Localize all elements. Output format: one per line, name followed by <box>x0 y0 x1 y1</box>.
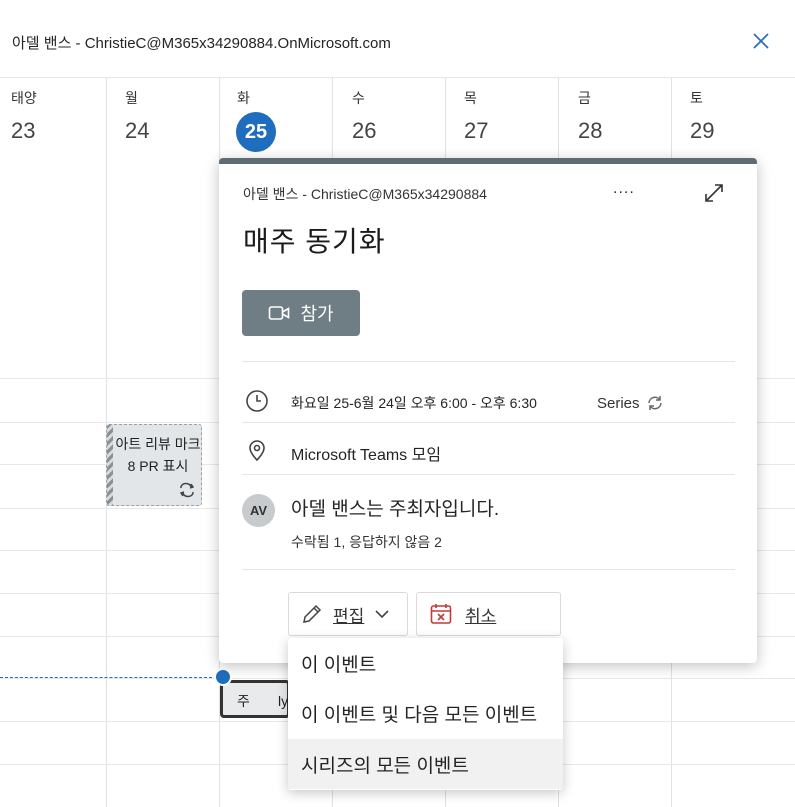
day-number: 23 <box>11 118 36 143</box>
more-options-button[interactable]: .... <box>613 180 635 198</box>
day-number: 28 <box>578 118 603 143</box>
day-number: 29 <box>690 118 715 143</box>
day-name: 월 <box>125 90 138 106</box>
today-indicator: 25 <box>236 112 276 152</box>
series-label: Series <box>597 394 640 412</box>
calendar-event-selected[interactable]: 주 ly <box>220 680 290 718</box>
day-number: 27 <box>464 118 489 143</box>
current-time-line <box>0 677 222 678</box>
window-title: 아델 밴스 - ChristieC@M365x34290884.OnMicros… <box>12 35 391 52</box>
location-pin-icon <box>249 440 265 462</box>
day-number: 24 <box>125 118 150 143</box>
divider <box>242 474 735 475</box>
day-number: 26 <box>352 118 377 143</box>
cancel-label: 취소 <box>465 606 497 626</box>
divider <box>242 569 735 570</box>
day-name: 태양 <box>11 90 37 106</box>
join-button[interactable]: 참가 <box>242 290 360 336</box>
edit-dropdown-menu: 이 이벤트 이 이벤트 및 다음 모든 이벤트 시리즈의 모든 이벤트 <box>288 638 563 790</box>
day-name: 수 <box>352 90 365 106</box>
menu-item-this-event[interactable]: 이 이벤트 <box>288 638 563 688</box>
divider <box>242 361 735 362</box>
event-time: 화요일 25-6월 24일 오후 6:00 - 오후 6:30 <box>291 395 537 411</box>
edit-button[interactable]: 편집 <box>288 592 408 636</box>
day-column-sun[interactable]: 태양 23 <box>0 78 106 807</box>
chevron-down-icon <box>375 610 389 619</box>
repeat-icon <box>179 482 195 498</box>
calendar-event-review[interactable]: 아트 리뷰 마크 8 PR 표시 <box>106 424 202 506</box>
day-name: 화 <box>237 90 250 106</box>
pencil-icon <box>303 604 322 623</box>
event-title: 아트 리뷰 마크 8 PR 표시 <box>115 436 201 474</box>
avatar: AV <box>242 494 275 527</box>
menu-item-all-in-series[interactable]: 시리즈의 모든 이벤트 <box>288 739 563 789</box>
expand-icon[interactable] <box>703 182 725 204</box>
attendee-responses[interactable]: 수락됨 1, 응답하지 않음 2 <box>291 532 442 552</box>
tentative-stripe <box>107 425 113 505</box>
clock-icon <box>246 390 268 412</box>
window-header: 아델 밴스 - ChristieC@M365x34290884.OnMicros… <box>0 0 795 78</box>
repeat-icon <box>647 396 662 410</box>
menu-item-this-and-following[interactable]: 이 이벤트 및 다음 모든 이벤트 <box>288 688 563 738</box>
edit-label: 편집 <box>333 606 365 626</box>
event-location[interactable]: Microsoft Teams 모임 <box>291 441 441 465</box>
current-time-dot <box>214 668 232 686</box>
event-title: 주 <box>237 693 250 709</box>
cancel-event-button[interactable]: 취소 <box>416 592 561 636</box>
event-title-overflow: ly <box>278 693 289 709</box>
day-name: 금 <box>578 90 591 106</box>
event-details-card: 아델 밴스 - ChristieC@M365x34290884 .... 매주 … <box>219 158 757 663</box>
calendar-owner: 아델 밴스 - ChristieC@M365x34290884 <box>243 186 487 202</box>
day-name: 목 <box>464 90 477 106</box>
event-subject: 매주 동기화 <box>243 226 386 257</box>
series-indicator: Series <box>597 394 664 412</box>
organizer-text: 아델 밴스는 주최자입니다. <box>291 499 500 520</box>
close-icon[interactable] <box>750 30 772 52</box>
day-name: 토 <box>690 90 703 106</box>
divider <box>242 422 735 423</box>
join-label: 참가 <box>300 304 334 324</box>
calendar-cancel-icon <box>430 604 452 624</box>
video-camera-icon <box>269 306 290 320</box>
